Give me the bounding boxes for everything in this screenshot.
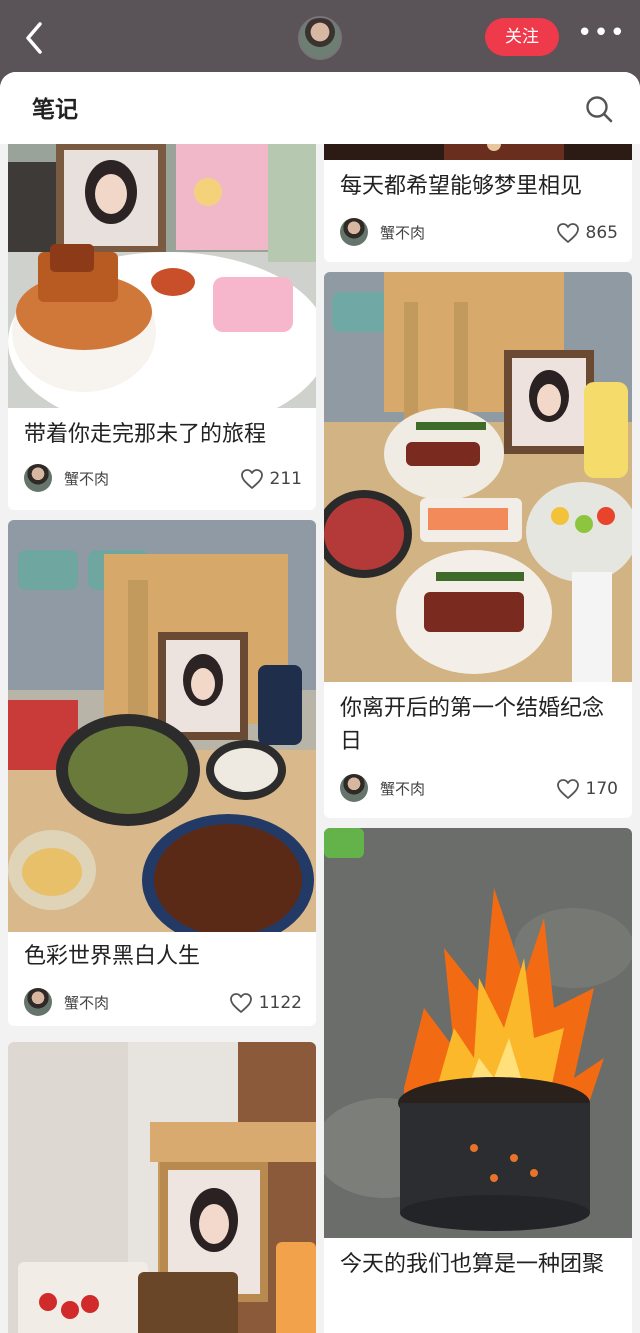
note-meta: 蟹不肉 1122: [24, 988, 302, 1018]
follow-button[interactable]: 关注: [485, 18, 559, 56]
heart-outline-icon: [556, 223, 579, 243]
author-avatar[interactable]: [298, 16, 342, 60]
back-button[interactable]: [18, 18, 54, 58]
like-count: 1122: [258, 993, 302, 1013]
author-avatar: [340, 774, 368, 802]
notes-sheet: 笔记 带着你走完那未了的旅程 蟹不肉 211 色彩世界黑白人生 蟹不肉 1122…: [0, 72, 640, 1333]
author-name: 蟹不肉: [380, 780, 426, 798]
like-count: 865: [585, 223, 618, 243]
note-title: 带着你走完那未了的旅程: [24, 422, 267, 447]
note-title: 你离开后的第一个结婚纪念日: [340, 696, 605, 754]
note-card[interactable]: 色彩世界黑白人生 蟹不肉 1122: [8, 520, 316, 1026]
more-options-button[interactable]: •••: [577, 20, 625, 52]
note-cover-image: [8, 520, 316, 932]
note-title: 色彩世界黑白人生: [24, 944, 201, 969]
note-card[interactable]: 每天都希望能够梦里相见 蟹不肉 865: [324, 132, 632, 262]
sheet-title: 笔记: [32, 97, 78, 123]
like-count: 170: [585, 779, 618, 799]
note-title: 每天都希望能够梦里相见: [340, 174, 583, 199]
author-name: 蟹不肉: [380, 224, 426, 242]
note-cover-image: [324, 828, 632, 1238]
heart-outline-icon: [229, 993, 252, 1013]
note-card[interactable]: 带着你走完那未了的旅程 蟹不肉 211: [8, 132, 316, 510]
sheet-header: 笔记: [0, 72, 640, 144]
note-meta: 蟹不肉 865: [340, 218, 618, 248]
heart-outline-icon: [240, 469, 263, 489]
note-title: 今天的我们也算是一种团聚: [340, 1252, 605, 1277]
chevron-left-icon: [26, 22, 42, 54]
note-card[interactable]: 今天的我们也算是一种团聚: [324, 828, 632, 1333]
like-count: 211: [269, 469, 302, 489]
author-avatar: [340, 218, 368, 246]
note-card[interactable]: [8, 1042, 316, 1333]
note-meta: 蟹不肉 170: [340, 774, 618, 804]
note-card[interactable]: 你离开后的第一个结婚纪念日 蟹不肉 170: [324, 272, 632, 818]
note-meta: 蟹不肉 211: [24, 464, 302, 494]
like-button[interactable]: 865: [556, 220, 618, 246]
top-bar: 关注 •••: [0, 0, 640, 72]
author-name: 蟹不肉: [64, 470, 110, 488]
like-button[interactable]: 170: [556, 776, 618, 802]
note-cover-image: [8, 1042, 316, 1333]
note-cover-image: [8, 132, 316, 408]
search-icon: [586, 96, 613, 123]
author-avatar: [24, 464, 52, 492]
search-button[interactable]: [584, 94, 614, 124]
like-button[interactable]: 211: [240, 466, 302, 492]
author-name: 蟹不肉: [64, 994, 110, 1012]
like-button[interactable]: 1122: [229, 990, 302, 1016]
heart-outline-icon: [556, 779, 579, 799]
author-avatar: [24, 988, 52, 1016]
note-cover-image: [324, 272, 632, 682]
